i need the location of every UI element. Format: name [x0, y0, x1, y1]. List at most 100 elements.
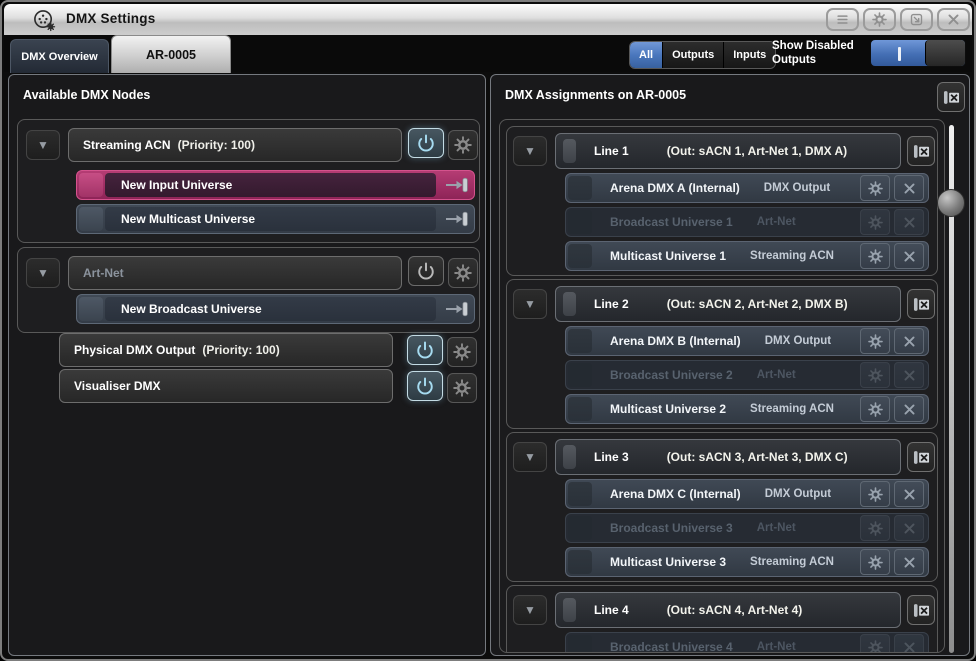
line-group-2: ▼ Line 2 (Out: sACN 2, Art-Net 2, DMX B)…	[506, 279, 938, 429]
assignment-settings-button[interactable]	[860, 243, 890, 269]
node-name: Visualiser DMX	[74, 379, 160, 393]
show-disabled-toggle[interactable]	[870, 39, 966, 67]
unpatch-line-button[interactable]	[907, 442, 935, 472]
power-button[interactable]	[407, 371, 443, 401]
collapse-button[interactable]: ▼	[513, 442, 547, 472]
line-group-3: ▼ Line 3 (Out: sACN 3, Art-Net 3, DMX C)…	[506, 432, 938, 582]
assignment-name: Arena DMX A (Internal)	[610, 181, 740, 195]
assignment-protocol: Art-Net	[757, 522, 796, 534]
gear-icon	[453, 379, 471, 397]
node-header-art-net[interactable]: Art-Net	[68, 256, 402, 290]
unpatch-line-button[interactable]	[907, 289, 935, 319]
assignment-row[interactable]: Arena DMX B (Internal)DMX Output	[565, 326, 929, 356]
power-button[interactable]	[408, 256, 444, 286]
assignment-settings-button[interactable]	[860, 209, 890, 235]
assignment-settings-button[interactable]	[860, 481, 890, 507]
triangle-down-icon: ▼	[524, 144, 536, 158]
assignment-row[interactable]: Multicast Universe 2Streaming ACN	[565, 394, 929, 424]
assignment-settings-button[interactable]	[860, 175, 890, 201]
node-priority: (Priority: 100)	[202, 343, 279, 357]
new-input-universe-row[interactable]: New Input Universe	[76, 170, 475, 200]
assignment-remove-button[interactable]	[894, 175, 924, 201]
gear-icon	[868, 215, 883, 230]
assignment-settings-button[interactable]	[860, 396, 890, 422]
unpatch-all-button[interactable]	[937, 82, 965, 112]
line-name: Line 3	[594, 450, 629, 464]
assignment-remove-button[interactable]	[894, 549, 924, 575]
power-button[interactable]	[407, 335, 443, 365]
assignment-remove-button[interactable]	[894, 396, 924, 422]
close-icon	[946, 12, 961, 27]
assignment-row[interactable]: Arena DMX A (Internal)DMX Output	[565, 173, 929, 203]
collapse-button[interactable]: ▼	[513, 595, 547, 625]
line-header[interactable]: Line 1 (Out: sACN 1, Art-Net 1, DMX A)	[555, 133, 901, 169]
line-header[interactable]: Line 4 (Out: sACN 4, Art-Net 4)	[555, 592, 901, 628]
assignment-row-disabled[interactable]: Broadcast Universe 2Art-Net	[565, 360, 929, 390]
assignment-row[interactable]: Arena DMX C (Internal)DMX Output	[565, 479, 929, 509]
patch-button[interactable]	[438, 205, 474, 233]
assignment-remove-button[interactable]	[894, 243, 924, 269]
assignment-name: Broadcast Universe 3	[610, 521, 733, 535]
scrollbar-thumb[interactable]	[937, 189, 965, 217]
unpatch-line-button[interactable]	[907, 136, 935, 166]
collapse-button[interactable]: ▼	[513, 289, 547, 319]
assignment-row-disabled[interactable]: Broadcast Universe 1Art-Net	[565, 207, 929, 237]
assignment-settings-button[interactable]	[860, 549, 890, 575]
drag-grip	[568, 244, 592, 268]
window-title: DMX Settings	[66, 11, 155, 26]
tab-ar-0005[interactable]: AR-0005	[111, 35, 231, 73]
node-settings-button[interactable]	[448, 258, 478, 288]
node-settings-button[interactable]	[447, 337, 477, 367]
assignment-row-disabled[interactable]: Broadcast Universe 3 Art-Net	[565, 513, 929, 543]
node-settings-button[interactable]	[448, 130, 478, 160]
window-settings-button[interactable]	[863, 8, 896, 31]
left-panel-title: Available DMX Nodes	[23, 88, 150, 102]
line-header[interactable]: Line 2 (Out: sACN 2, Art-Net 2, DMX B)	[555, 286, 901, 322]
assignment-protocol: Streaming ACN	[750, 250, 834, 262]
new-multicast-universe-row[interactable]: New Multicast Universe	[76, 204, 475, 234]
collapse-button[interactable]: ▼	[26, 258, 60, 288]
assignment-remove-button[interactable]	[894, 328, 924, 354]
window-close-button[interactable]	[937, 8, 970, 31]
tab-dmx-overview[interactable]: DMX Overview	[10, 39, 109, 73]
patch-button[interactable]	[438, 295, 474, 323]
power-button[interactable]	[408, 128, 444, 158]
patch-button[interactable]	[438, 171, 474, 199]
assignment-row-disabled[interactable]: Broadcast Universe 4Art-Net	[565, 632, 929, 653]
close-icon	[902, 215, 917, 230]
filter-outputs-button[interactable]: Outputs	[662, 42, 723, 68]
assignment-settings-button[interactable]	[860, 362, 890, 388]
assignment-remove-button[interactable]	[894, 515, 924, 541]
unpatch-line-button[interactable]	[907, 595, 935, 625]
line-group-4: ▼ Line 4 (Out: sACN 4, Art-Net 4) Broadc…	[506, 585, 938, 653]
assignment-remove-button[interactable]	[894, 362, 924, 388]
toggle-knob[interactable]	[925, 40, 965, 66]
drag-grip	[79, 173, 103, 197]
window-menu-button[interactable]	[826, 8, 859, 31]
assignment-settings-button[interactable]	[860, 328, 890, 354]
collapse-button[interactable]: ▼	[513, 136, 547, 166]
assignment-remove-button[interactable]	[894, 209, 924, 235]
drag-grip	[563, 445, 576, 469]
gear-icon	[868, 334, 883, 349]
assignment-remove-button[interactable]	[894, 481, 924, 507]
line-detail: (Out: sACN 4, Art-Net 4)	[667, 603, 803, 617]
filter-inputs-button[interactable]: Inputs	[723, 42, 775, 68]
line-header[interactable]: Line 3 (Out: sACN 3, Art-Net 3, DMX C)	[555, 439, 901, 475]
node-header-streaming-acn[interactable]: Streaming ACN (Priority: 100)	[68, 128, 402, 162]
segment-label: Outputs	[672, 49, 714, 61]
assignment-settings-button[interactable]	[860, 515, 890, 541]
window-detach-button[interactable]	[900, 8, 933, 31]
drag-grip	[568, 329, 592, 353]
assignment-row[interactable]: Multicast Universe 1Streaming ACN	[565, 241, 929, 271]
assignment-remove-button[interactable]	[894, 634, 924, 653]
node-header-physical-dmx-output[interactable]: Physical DMX Output (Priority: 100)	[59, 333, 393, 367]
collapse-button[interactable]: ▼	[26, 130, 60, 160]
assignment-settings-button[interactable]	[860, 634, 890, 653]
titlebar[interactable]: DMX Settings	[4, 4, 972, 36]
assignment-row[interactable]: Multicast Universe 3Streaming ACN	[565, 547, 929, 577]
new-broadcast-universe-row[interactable]: New Broadcast Universe	[76, 294, 475, 324]
filter-all-button[interactable]: All	[630, 42, 662, 68]
node-settings-button[interactable]	[447, 373, 477, 403]
node-header-visualiser-dmx[interactable]: Visualiser DMX	[59, 369, 393, 403]
